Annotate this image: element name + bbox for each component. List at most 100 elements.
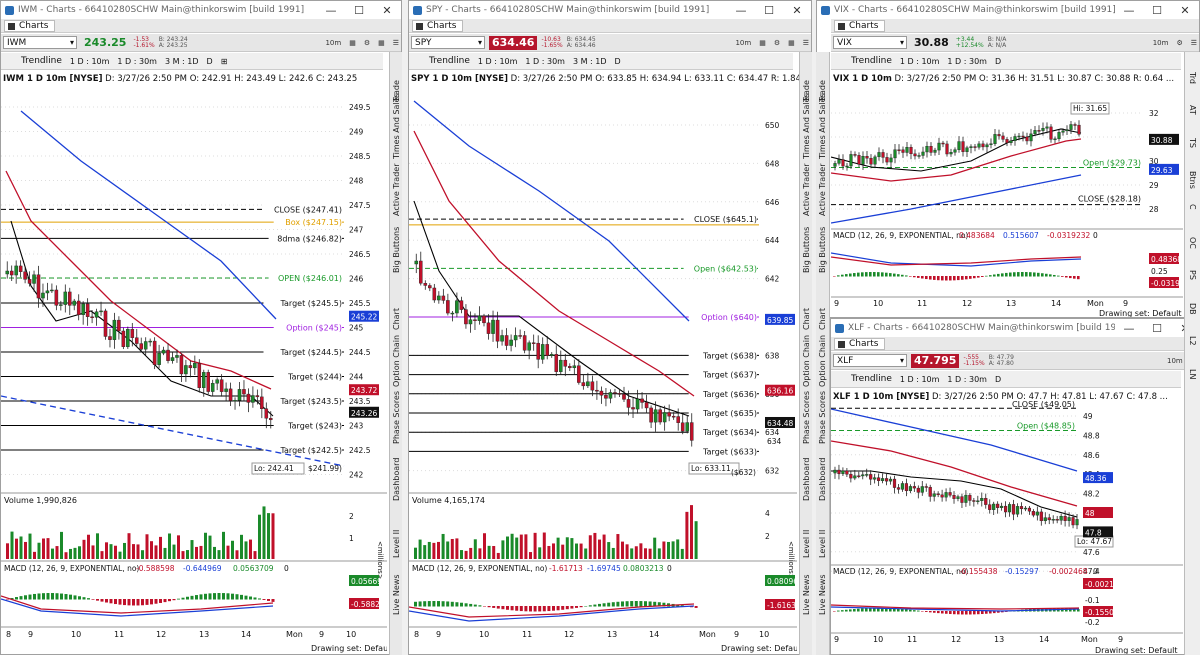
agg-1d[interactable]: 3 M : 1D <box>573 57 607 66</box>
side-tab-oc[interactable]: OC <box>1188 237 1197 249</box>
side-tab-c[interactable]: C <box>1188 204 1197 210</box>
minimize-icon[interactable]: — <box>1115 4 1143 17</box>
agg-30m[interactable]: 1 D : 30m <box>525 57 565 66</box>
style-button[interactable]: ▦ <box>347 39 358 47</box>
aggregation-button[interactable]: 10m <box>733 39 753 47</box>
trendline-tool[interactable]: Trendline <box>429 56 470 66</box>
side-tab-chart[interactable]: Chart <box>802 308 811 330</box>
agg-30m[interactable]: 1 D : 30m <box>117 57 157 66</box>
maximize-icon[interactable]: ☐ <box>755 4 783 17</box>
close-icon[interactable]: ✕ <box>1171 4 1199 17</box>
grid-icon[interactable]: ▦ <box>376 39 387 47</box>
tab-charts[interactable]: Charts <box>834 20 886 32</box>
side-tab-big-buttons[interactable]: Big Buttons <box>818 227 827 273</box>
minimize-icon[interactable]: — <box>317 4 345 17</box>
vix-price-chart[interactable]: 3231302928Open ($29.73)CLOSE ($28.18)Hi:… <box>830 71 1183 318</box>
xlf-price-chart[interactable]: 4948.848.648.448.24847.847.647.4CLOSE ($… <box>831 389 1183 655</box>
aggregation-button[interactable]: 10m <box>1165 357 1185 365</box>
side-tab-phase-scores[interactable]: Phase Scores <box>802 391 811 444</box>
side-tab-live-news[interactable]: Live News <box>802 575 811 616</box>
side-tab-live-news[interactable]: Live News <box>392 575 401 616</box>
symbol-input[interactable]: IWM <box>3 36 77 49</box>
minimize-icon[interactable]: — <box>1115 322 1143 335</box>
menu-icon[interactable]: ☰ <box>1189 39 1199 47</box>
iwm-price-chart[interactable]: 249.5 249 248.5 248 247.5 247 246.5 246 245.5 245… <box>1 71 394 655</box>
side-tab-l2[interactable]: L2 <box>1188 336 1197 346</box>
side-tab-ts[interactable]: TS <box>1188 138 1197 148</box>
side-tab-times-and-sales[interactable]: Times And Sales <box>818 93 827 159</box>
candle <box>912 486 916 489</box>
trendline-tool[interactable]: Trendline <box>21 56 62 66</box>
close-icon[interactable]: ✕ <box>373 4 401 17</box>
d-button[interactable]: D <box>995 375 1001 384</box>
side-tab-level-ii[interactable]: Level II <box>392 530 401 558</box>
aggregation-button[interactable]: 10m <box>323 39 343 47</box>
tab-charts[interactable]: Charts <box>412 20 464 32</box>
maximize-icon[interactable]: ☐ <box>345 4 373 17</box>
pin-icon[interactable]: ⊞ <box>221 57 228 66</box>
d-button[interactable]: D <box>615 57 621 66</box>
maximize-icon[interactable]: ☐ <box>1143 322 1171 335</box>
agg-10m[interactable]: 1 D : 10m <box>900 57 940 66</box>
settings-icon[interactable]: ⚙ <box>1174 39 1184 47</box>
symbol-input[interactable]: VIX <box>833 36 907 49</box>
side-tab-dashboard[interactable]: Dashboard <box>392 458 401 501</box>
symbol-input[interactable]: XLF <box>833 354 907 367</box>
minimize-icon[interactable]: — <box>727 4 755 17</box>
side-tab-dashboard[interactable]: Dashboard <box>802 458 811 501</box>
side-tab-times-and-sales[interactable]: Times And Sales <box>392 93 401 159</box>
menu-icon[interactable]: ☰ <box>801 39 811 47</box>
agg-10m[interactable]: 1 D : 10m <box>478 57 518 66</box>
side-tab-times-and-sales[interactable]: Times And Sales <box>802 93 811 159</box>
side-tab-active-trader[interactable]: Active Trader <box>818 164 827 216</box>
side-tab-option-chain[interactable]: Option Chain <box>802 335 811 387</box>
d-button[interactable]: D <box>995 57 1001 66</box>
side-tab-chart[interactable]: Chart <box>392 308 401 330</box>
side-tab-level-ii[interactable]: Level II <box>818 530 827 558</box>
agg-10m[interactable]: 1 D : 10m <box>900 375 940 384</box>
side-tab-level-ii[interactable]: Level II <box>802 530 811 558</box>
side-tab-ps[interactable]: PS <box>1188 270 1197 280</box>
side-tab-option-chain[interactable]: Option Chain <box>392 335 401 387</box>
tab-charts[interactable]: Charts <box>4 20 56 32</box>
close-icon[interactable]: ✕ <box>783 4 811 17</box>
side-tab-live-news[interactable]: Live News <box>818 575 827 616</box>
settings-icon[interactable]: ⚙ <box>772 39 782 47</box>
macd-histogram-bar <box>969 276 972 279</box>
side-tab-active-trader[interactable]: Active Trader <box>802 164 811 216</box>
candle <box>936 493 940 496</box>
side-tab-db[interactable]: DB <box>1188 303 1197 315</box>
spy-price-chart[interactable]: 650648646644642640638636634632CLOSE ($64… <box>409 71 804 655</box>
side-tab-at[interactable]: AT <box>1188 105 1197 115</box>
settings-icon[interactable]: ⚙ <box>362 39 372 47</box>
side-tab-dashboard[interactable]: Dashboard <box>818 458 827 501</box>
side-tab-trd[interactable]: Trd <box>1188 72 1197 84</box>
macd-histogram-bar <box>69 594 72 600</box>
side-tab-btns[interactable]: Btns <box>1188 171 1197 189</box>
agg-10m[interactable]: 1 D : 10m <box>70 57 110 66</box>
side-tab-active-trader[interactable]: Active Trader <box>392 164 401 216</box>
grid-icon[interactable]: ▦ <box>786 39 797 47</box>
side-tab-chart[interactable]: Chart <box>818 308 827 330</box>
macd-histogram-bar <box>905 609 908 612</box>
side-tab-phase-scores[interactable]: Phase Scores <box>392 391 401 444</box>
trendline-tool[interactable]: Trendline <box>851 374 892 384</box>
side-tab-big-buttons[interactable]: Big Buttons <box>392 227 401 273</box>
volume-bar <box>455 538 459 559</box>
symbol-input[interactable]: SPY <box>411 36 485 49</box>
tab-charts[interactable]: Charts <box>834 338 886 350</box>
side-tab-ln[interactable]: LN <box>1188 369 1197 379</box>
side-tab-option-chain[interactable]: Option Chain <box>818 335 827 387</box>
menu-icon[interactable]: ☰ <box>391 39 401 47</box>
agg-30m[interactable]: 1 D : 30m <box>947 57 987 66</box>
d-button[interactable]: D <box>207 57 213 66</box>
aggregation-button[interactable]: 10m <box>1151 39 1171 47</box>
x-tick-label: 12 <box>951 635 961 644</box>
side-tab-phase-scores[interactable]: Phase Scores <box>818 391 827 444</box>
side-tab-big-buttons[interactable]: Big Buttons <box>802 227 811 273</box>
agg-30m[interactable]: 1 D : 30m <box>947 375 987 384</box>
agg-1d[interactable]: 3 M : 1D <box>165 57 199 66</box>
maximize-icon[interactable]: ☐ <box>1143 4 1171 17</box>
trendline-tool[interactable]: Trendline <box>851 56 892 66</box>
style-button[interactable]: ▦ <box>757 39 768 47</box>
